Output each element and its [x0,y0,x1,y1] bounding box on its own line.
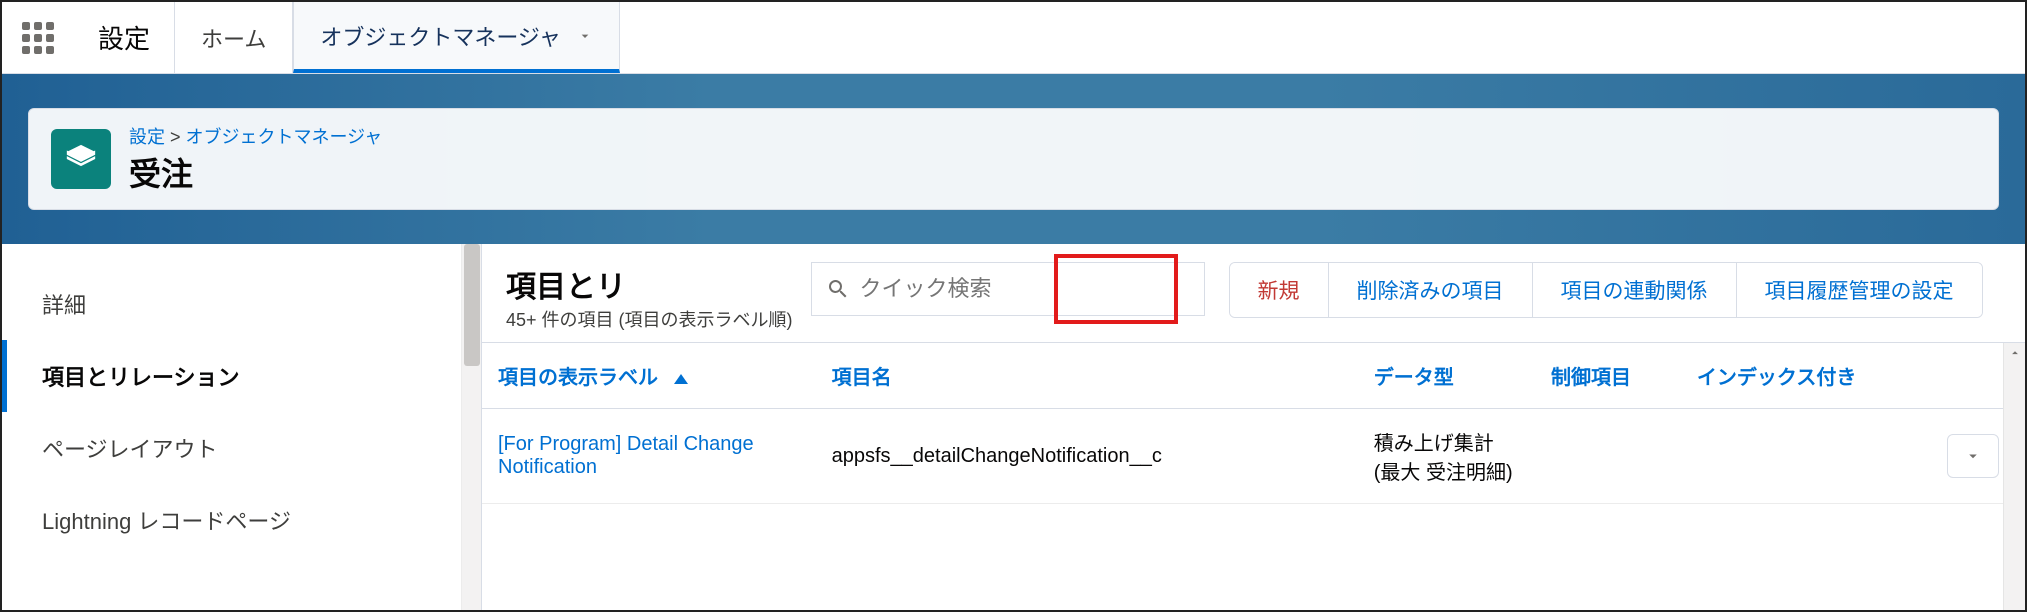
breadcrumb-setup-link[interactable]: 設定 [129,127,165,147]
chevron-down-icon [1964,447,1982,465]
col-api[interactable]: 項目名 [816,343,1358,409]
history-tracking-button[interactable]: 項目履歴管理の設定 [1737,263,1982,317]
row-action-menu[interactable] [1947,434,1999,478]
sidebar-item-page-layouts[interactable]: ページレイアウト [2,412,481,484]
chevron-down-icon [577,28,593,44]
col-controlling[interactable]: 制御項目 [1535,343,1681,409]
toolbar: 新規 削除済みの項目 項目の連動関係 項目履歴管理の設定 [1229,262,1983,318]
fields-table-wrap: 項目の表示ラベル 項目名 データ型 制御項目 インデックス付き [For Pro… [482,342,2025,610]
table-row: [For Program] Detail Change Notification… [482,409,2025,504]
app-launcher-icon[interactable] [2,2,74,73]
sidebar: 詳細 項目とリレーション ページレイアウト Lightning レコードページ [2,244,482,610]
main-title: 項目とリ [506,262,793,306]
row-api: appsfs__detailChangeNotification__c [816,409,1358,504]
sidebar-item-lightning-pages[interactable]: Lightning レコードページ [2,484,481,556]
main-scrollbar[interactable] [2003,343,2025,610]
breadcrumb-objmgr-link[interactable]: オブジェクトマネージャ [186,127,383,147]
col-indexed[interactable]: インデックス付き [1681,343,1931,409]
main-header: 項目とリ 45+ 件の項目 (項目の表示ラベル順) 新規 削除済みの項目 項目の… [482,244,2025,342]
page-header-band: 設定 > オブジェクトマネージャ 受注 [2,74,2025,244]
main-panel: 項目とリ 45+ 件の項目 (項目の表示ラベル順) 新規 削除済みの項目 項目の… [482,244,2025,610]
scroll-up-arrow-icon[interactable] [2007,345,2023,361]
quick-find-input[interactable] [860,276,1190,302]
breadcrumb: 設定 > オブジェクトマネージャ [129,123,382,149]
top-nav: 設定 ホーム オブジェクトマネージャ [2,2,2025,74]
search-icon [826,277,850,301]
app-name: 設定 [74,2,174,73]
main-subtitle: 45+ 件の項目 (項目の表示ラベル順) [506,306,793,332]
tab-object-manager[interactable]: オブジェクトマネージャ [293,2,619,73]
field-dependencies-button[interactable]: 項目の連動関係 [1533,263,1737,317]
row-label-link[interactable]: [For Program] Detail Change Notification [482,409,816,504]
page-title: 受注 [129,149,382,195]
tab-object-manager-label: オブジェクトマネージャ [320,20,560,52]
deleted-fields-button[interactable]: 削除済みの項目 [1329,263,1533,317]
col-label[interactable]: 項目の表示ラベル [482,343,816,409]
new-button[interactable]: 新規 [1230,263,1329,317]
quick-find-box[interactable] [811,262,1205,316]
sidebar-scrollbar[interactable] [461,244,481,610]
fields-table: 項目の表示ラベル 項目名 データ型 制御項目 インデックス付き [For Pro… [482,343,2025,504]
row-indexed [1681,409,1931,504]
sort-asc-icon [674,374,688,384]
col-type[interactable]: データ型 [1358,343,1535,409]
row-type: 積み上げ集計 (最大 受注明細) [1358,409,1535,504]
sidebar-item-detail[interactable]: 詳細 [2,268,481,340]
row-controlling [1535,409,1681,504]
object-icon [51,129,111,189]
page-header-card: 設定 > オブジェクトマネージャ 受注 [28,108,1999,210]
tab-home[interactable]: ホーム [174,2,293,73]
sidebar-item-fields[interactable]: 項目とリレーション [2,340,481,412]
